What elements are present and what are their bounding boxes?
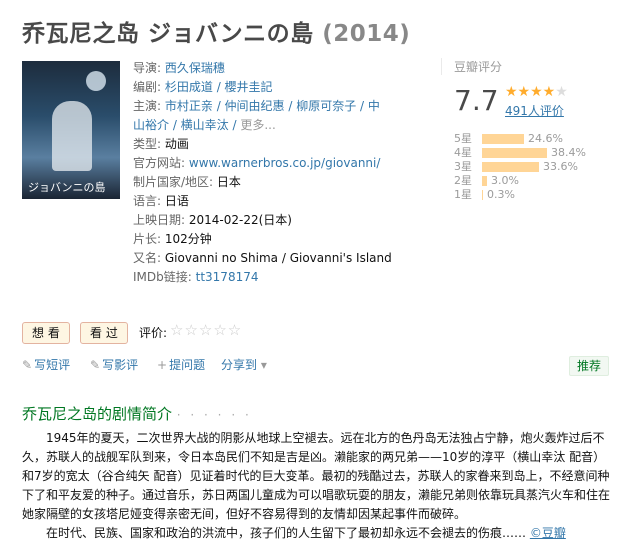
rating-bar	[482, 134, 524, 144]
rating-bar	[482, 148, 547, 158]
cast-link[interactable]: 市村正亲 / 仲间由纪惠 / 柳原可奈子 / 中	[165, 99, 380, 113]
seen-button[interactable]: 看 过	[80, 322, 128, 344]
language: 日语	[164, 194, 189, 208]
chevron-down-icon: ▾	[260, 358, 267, 372]
rating-bar-percent: 33.6%	[543, 160, 578, 173]
cast-link-2[interactable]: 山裕介 / 横山幸汰 /	[133, 118, 237, 132]
share-link[interactable]: 分享到 ▾	[221, 356, 269, 373]
rating-bar-row: 1星 0.3%	[454, 188, 586, 202]
rating-bar	[482, 176, 487, 186]
rating-bar-row: 5星 24.6%	[454, 132, 586, 146]
movie-info: 导演: 西久保瑞穗 编剧: 杉田成道 / 櫻井圭記 主演: 市村正亲 / 仲间由…	[133, 61, 392, 284]
poster-title: ジョバンニの島	[28, 181, 106, 194]
official-site-link[interactable]: www.warnerbros.co.jp/giovanni/	[189, 156, 381, 170]
plus-icon: +	[157, 358, 168, 372]
ask-question-link[interactable]: + 提问题	[157, 356, 205, 373]
pencil-icon: ✎	[22, 358, 33, 372]
page-title: 乔瓦尼之岛 ジョバンニの島 (2014)	[22, 21, 411, 47]
rating-bar-star: 1星	[454, 188, 472, 201]
summary-heading: 乔瓦尼之岛的剧情简介 · · · · · ·	[22, 405, 252, 423]
poster-moon	[86, 71, 106, 91]
aka: Giovanni no Shima / Giovanni's Island	[164, 251, 392, 265]
pencil-icon: ✎	[90, 358, 101, 372]
rating-bar-row: 3星 33.6%	[454, 160, 586, 174]
rating-bar-star: 3星	[454, 160, 472, 173]
votes-link[interactable]: 491人评价	[505, 102, 564, 119]
rating-panel: 豆瓣评分 7.7 ★★★★★ 491人评价 5星 24.6% 4星 38.4% 3星 33…	[441, 58, 614, 201]
summary-text: 1945年的夏天，二次世界大战的阴影从地球上空褪去。远在北方的色丹岛无法独占宁静…	[22, 429, 612, 543]
write-review-link[interactable]: ✎ 写影评	[90, 356, 138, 373]
rating-stars-icon: ★★★★★	[505, 84, 568, 100]
poster-figures	[52, 101, 92, 171]
rate-label: 评价:	[139, 326, 168, 340]
rating-distribution: 5星 24.6% 4星 38.4% 3星 33.6% 2星 3.0% 1星 0.3%	[454, 132, 586, 202]
rating-bar-percent: 24.6%	[528, 132, 563, 145]
rating-bar-row: 2星 3.0%	[454, 174, 586, 188]
rating-label: 豆瓣评分	[454, 60, 503, 74]
recommend-button[interactable]: 推荐	[569, 356, 609, 376]
source-link[interactable]: ©豆瓣	[530, 526, 566, 540]
rating-bar-star: 5星	[454, 132, 472, 145]
rating-bar-percent: 38.4%	[551, 146, 586, 159]
movie-poster[interactable]: ジョバンニの島	[22, 61, 120, 199]
summary-paragraph-2: 在时代、民族、国家和政治的洪流中，孩子们的人生留下了最初却永远不会褪去的伤痕………	[46, 526, 566, 540]
rate-stars-icon[interactable]: ☆☆☆☆☆	[170, 321, 242, 339]
imdb-link[interactable]: tt3178174	[196, 270, 259, 284]
rating-score: 7.7	[454, 84, 499, 117]
rating-bar	[482, 162, 539, 172]
rating-bar	[482, 190, 483, 200]
rating-bar-percent: 3.0%	[491, 174, 519, 187]
country: 日本	[216, 175, 241, 189]
rating-bar-row: 4星 38.4%	[454, 146, 586, 160]
director-link[interactable]: 西久保瑞穗	[165, 61, 225, 75]
rating-bar-star: 2星	[454, 174, 472, 187]
cast-more-link[interactable]: 更多...	[240, 118, 275, 132]
short-review-link[interactable]: ✎ 写短评	[22, 356, 70, 373]
genre: 动画	[164, 137, 189, 151]
release-date: 2014-02-22(日本)	[188, 213, 292, 227]
summary-paragraph: 1945年的夏天，二次世界大战的阴影从地球上空褪去。远在北方的色丹岛无法独占宁静…	[22, 431, 611, 521]
rating-bar-star: 4星	[454, 146, 472, 159]
rating-bar-percent: 0.3%	[487, 188, 515, 201]
want-button[interactable]: 想 看	[22, 322, 70, 344]
runtime: 102分钟	[164, 232, 212, 246]
writer-link[interactable]: 杉田成道 / 櫻井圭記	[165, 80, 273, 94]
